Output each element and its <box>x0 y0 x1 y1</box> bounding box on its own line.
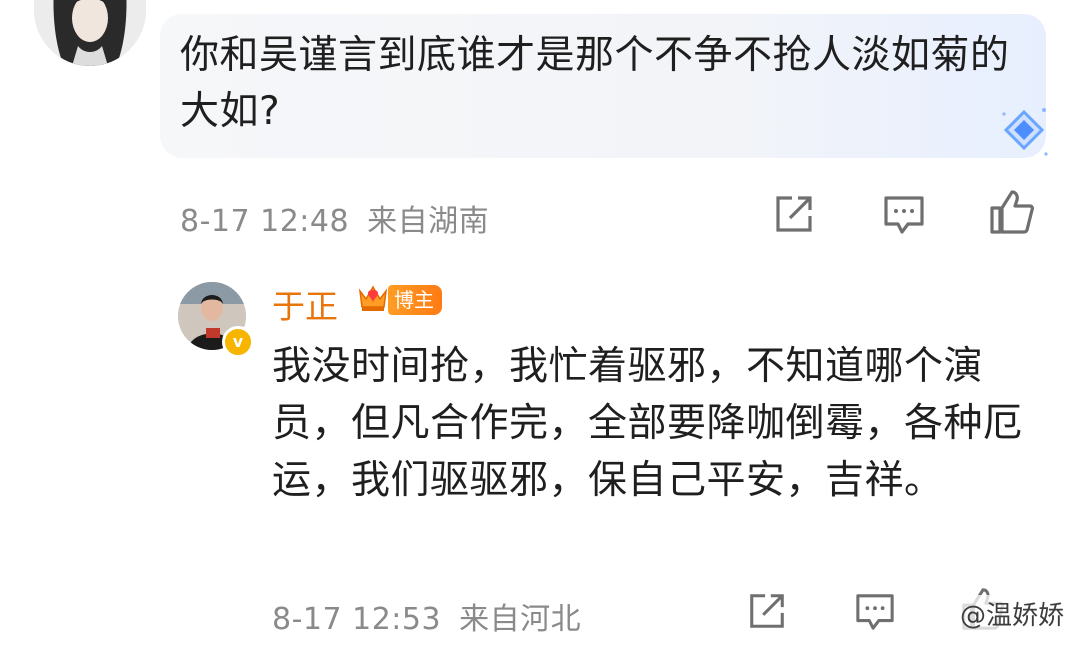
comment-icon[interactable] <box>882 194 926 236</box>
replier-username[interactable]: 于正 <box>272 280 338 328</box>
like-icon[interactable] <box>988 188 1036 236</box>
reply-time: 8-17 12:53 <box>272 602 442 637</box>
crown-icon <box>358 285 388 311</box>
reply-meta: 8-17 12:53 来自河北 <box>272 594 581 638</box>
comment-text: 你和吴谨言到底谁才是那个不争不抢人淡如菊的大如? <box>180 33 1010 134</box>
comment-meta: 8-17 12:48 来自湖南 <box>180 196 489 240</box>
comment-time: 8-17 12:48 <box>180 204 350 239</box>
verified-badge: v <box>222 326 254 358</box>
commenter-avatar[interactable] <box>34 0 146 66</box>
diamond-sparkle-icon <box>1002 108 1048 156</box>
blogger-badge: 博主 <box>388 285 442 315</box>
comment-bubble: 你和吴谨言到底谁才是那个不争不抢人淡如菊的大如? <box>160 14 1048 158</box>
reply-text: 我没时间抢，我忙着驱邪，不知道哪个演员，但凡合作完，全部要降咖倒霉，各种厄运，我… <box>272 344 1023 503</box>
reply-share-icon[interactable] <box>746 590 788 632</box>
comment-location: 来自湖南 <box>367 204 490 239</box>
watermark: @温娇娇 <box>955 595 1068 632</box>
share-icon[interactable] <box>772 192 816 236</box>
reply-location: 来自河北 <box>459 602 582 637</box>
reply-comment-icon[interactable] <box>854 592 896 632</box>
